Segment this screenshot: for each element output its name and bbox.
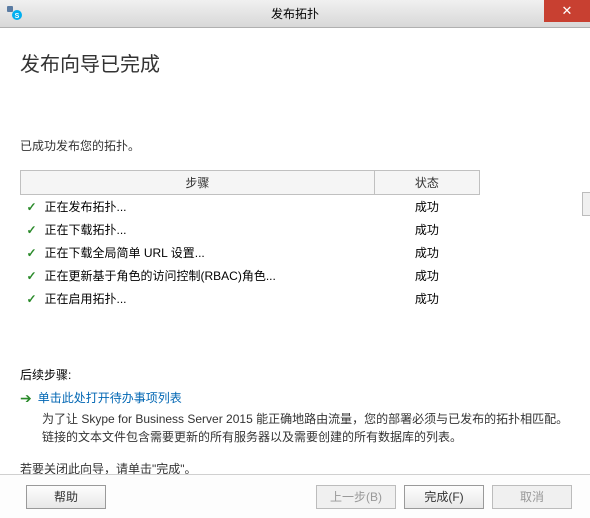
back-button[interactable]: 上一步(B) <box>316 485 396 509</box>
check-icon: ✓ <box>27 292 41 306</box>
svg-text:S: S <box>15 13 20 20</box>
status-cell: 成功 <box>374 241 479 264</box>
finish-button[interactable]: 完成(F) <box>404 485 484 509</box>
success-message: 已成功发布您的拓扑。 <box>20 137 570 154</box>
check-icon: ✓ <box>27 246 41 260</box>
step-cell: ✓ 正在更新基于角色的访问控制(RBAC)角色... <box>21 264 375 287</box>
col-header-status[interactable]: 状态 <box>374 171 479 195</box>
table-row[interactable]: ✓ 正在更新基于角色的访问控制(RBAC)角色... 成功 <box>21 264 480 287</box>
page-heading: 发布向导已完成 <box>20 48 570 77</box>
table-row[interactable]: ✓ 正在下载全局简单 URL 设置... 成功 <box>21 241 480 264</box>
check-icon: ✓ <box>27 269 41 283</box>
window-close-button[interactable]: ✕ <box>544 0 590 22</box>
step-cell: ✓ 正在下载全局简单 URL 设置... <box>21 241 375 264</box>
window-title: 发布拓扑 <box>271 5 319 22</box>
cancel-button[interactable]: 取消 <box>492 485 572 509</box>
table-row[interactable]: ✓ 正在启用拓扑... 成功 <box>21 287 480 310</box>
open-todo-list-link[interactable]: 单击此处打开待办事项列表 <box>38 389 182 406</box>
step-cell: ✓ 正在发布拓扑... <box>21 195 375 219</box>
next-steps-section: 后续步骤: ➔ 单击此处打开待办事项列表 为了让 Skype for Busin… <box>20 366 570 477</box>
status-cell: 成功 <box>374 218 479 241</box>
table-row[interactable]: ✓ 正在发布拓扑... 成功 <box>21 195 480 219</box>
check-icon: ✓ <box>27 200 41 214</box>
arrow-right-icon: ➔ <box>20 390 32 406</box>
view-log-button[interactable]: 查看日志(V) <box>582 192 590 216</box>
close-icon: ✕ <box>562 3 573 19</box>
step-cell: ✓ 正在启用拓扑... <box>21 287 375 310</box>
steps-table-wrap: 步骤 状态 ✓ 正在发布拓扑... 成功 ✓ 正在下载拓扑... 成功 ✓ 正在下载全局简单 … <box>20 170 570 310</box>
titlebar: S 发布拓扑 ✕ <box>0 0 590 28</box>
status-cell: 成功 <box>374 195 479 219</box>
app-icon: S <box>6 5 22 21</box>
steps-table: 步骤 状态 ✓ 正在发布拓扑... 成功 ✓ 正在下载拓扑... 成功 ✓ 正在下载全局简单 … <box>20 170 480 310</box>
step-text: 正在下载全局简单 URL 设置... <box>45 246 205 260</box>
col-header-step[interactable]: 步骤 <box>21 171 375 195</box>
next-steps-label: 后续步骤: <box>20 366 570 383</box>
wizard-footer: 帮助 上一步(B) 完成(F) 取消 <box>0 474 590 518</box>
check-icon: ✓ <box>27 223 41 237</box>
step-text: 正在发布拓扑... <box>45 200 127 214</box>
next-steps-description: 为了让 Skype for Business Server 2015 能正确地路… <box>42 410 570 446</box>
step-cell: ✓ 正在下载拓扑... <box>21 218 375 241</box>
status-cell: 成功 <box>374 287 479 310</box>
step-text: 正在更新基于角色的访问控制(RBAC)角色... <box>45 269 276 283</box>
status-cell: 成功 <box>374 264 479 287</box>
table-row[interactable]: ✓ 正在下载拓扑... 成功 <box>21 218 480 241</box>
step-text: 正在启用拓扑... <box>45 292 127 306</box>
help-button[interactable]: 帮助 <box>26 485 106 509</box>
step-text: 正在下载拓扑... <box>45 223 127 237</box>
wizard-content: 发布向导已完成 已成功发布您的拓扑。 步骤 状态 ✓ 正在发布拓扑... 成功 ✓ 正在… <box>0 28 590 477</box>
